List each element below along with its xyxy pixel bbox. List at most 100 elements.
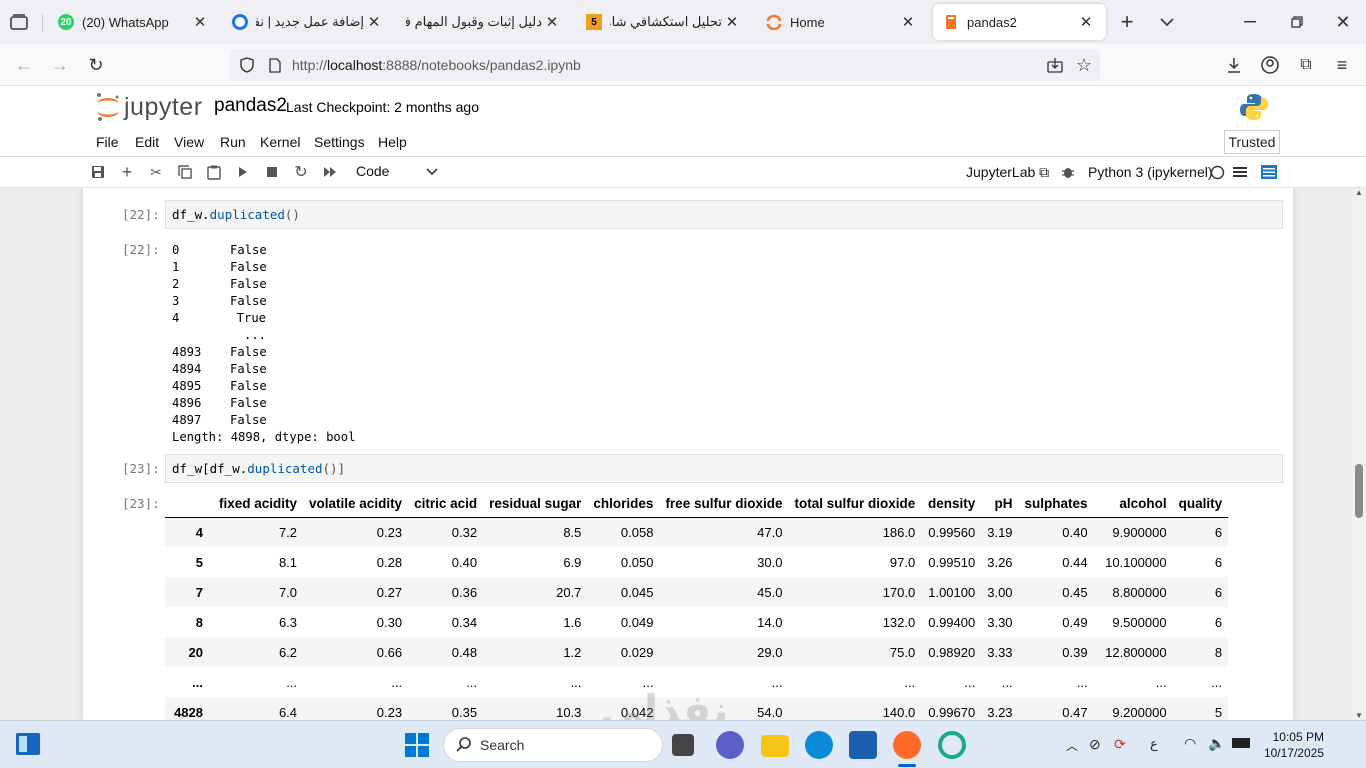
tab-task-guide[interactable]: دليل إثبات وقبول المهام في ✕: [396, 4, 572, 40]
series-footer: Length: 4898, dtype: bool: [172, 430, 356, 444]
input-prompt: [22]:: [122, 207, 160, 222]
microsoft-store-icon[interactable]: [849, 731, 877, 759]
taskbar-search[interactable]: Search: [443, 728, 663, 762]
kernel-name[interactable]: Python 3 (ipykernel): [1088, 164, 1213, 180]
input-language[interactable]: ع: [1150, 736, 1158, 752]
tab-eda[interactable]: 5 تحليل استكشافي شامل ✕: [576, 4, 752, 40]
series-index: 1: [172, 260, 180, 274]
wifi-icon[interactable]: ◠: [1184, 735, 1196, 752]
cut-icon[interactable]: ✂: [147, 163, 165, 181]
code-cell-input[interactable]: df_w.duplicated(): [165, 200, 1283, 229]
save-to-device-icon[interactable]: [1046, 56, 1064, 74]
downloads-icon[interactable]: [1224, 55, 1244, 75]
volume-icon[interactable]: 🔈: [1208, 735, 1225, 752]
show-hidden-icons-icon[interactable]: ︿: [1066, 737, 1078, 754]
list-all-tabs-icon[interactable]: [1156, 12, 1178, 32]
series-value: False: [230, 260, 267, 274]
save-icon[interactable]: [89, 163, 107, 181]
teams-chat-icon[interactable]: [716, 731, 744, 759]
menu-run[interactable]: Run: [220, 134, 246, 150]
series-value: False: [230, 362, 267, 376]
app-menu-icon[interactable]: ≡: [1332, 55, 1352, 75]
system-clock[interactable]: 10:05 PM 10/17/2025: [1262, 729, 1324, 761]
menu-edit[interactable]: Edit: [135, 134, 159, 150]
notebook-name[interactable]: pandas2: [214, 95, 287, 117]
url-text[interactable]: http://localhost:8888/notebooks/pandas2.…: [292, 57, 581, 73]
cell-type-select[interactable]: Code: [356, 163, 389, 179]
start-windows-icon[interactable]: [405, 733, 429, 757]
battery-icon[interactable]: [1232, 738, 1250, 748]
close-tab-icon[interactable]: ✕: [722, 13, 742, 31]
restore-window-icon[interactable]: [1287, 12, 1307, 32]
jupyterlab-link[interactable]: JupyterLab ⧉: [966, 164, 1049, 181]
forward-icon[interactable]: →: [50, 55, 70, 75]
table-of-contents-icon[interactable]: [1260, 163, 1278, 181]
series-row: 4895 False: [172, 378, 355, 395]
menu-view[interactable]: View: [174, 134, 204, 150]
minimize-window-icon[interactable]: [1240, 12, 1260, 32]
sync-icon[interactable]: ⟳: [1114, 736, 1126, 753]
chevron-down-icon[interactable]: [426, 165, 438, 179]
widgets-icon[interactable]: [16, 733, 40, 755]
tab-nafezly-add-work[interactable]: إضافة عمل جديد | نفذلي ✕: [222, 4, 394, 40]
close-tab-icon[interactable]: ✕: [542, 13, 562, 31]
badge-5-icon: 5: [586, 14, 602, 30]
input-prompt: [23]:: [122, 461, 160, 476]
bookmark-star-icon[interactable]: ☆: [1074, 55, 1094, 75]
back-icon[interactable]: ←: [14, 55, 34, 75]
tab-whatsapp[interactable]: 20 (20) WhatsApp ✕: [48, 4, 220, 40]
paste-icon[interactable]: [205, 163, 223, 181]
task-view-icon[interactable]: [672, 734, 694, 756]
app-ring-icon[interactable]: [938, 731, 966, 759]
trusted-indicator[interactable]: Trusted: [1224, 130, 1280, 154]
notification-icon[interactable]: [1338, 735, 1352, 753]
series-output: 0 False 1 False 2 False 3 False 4 True... 4893 Fals…: [172, 242, 355, 446]
close-window-icon[interactable]: ✕: [1333, 12, 1353, 32]
tab-home[interactable]: Home ✕: [756, 4, 928, 40]
new-tab-icon[interactable]: +: [1116, 9, 1138, 34]
edge-browser-icon[interactable]: [805, 731, 833, 759]
scrollbar-thumb[interactable]: [1355, 464, 1363, 518]
scroll-up-arrow-icon[interactable]: ▲: [1355, 188, 1363, 197]
menu-kernel[interactable]: Kernel: [260, 134, 300, 150]
tab-overview-icon[interactable]: [8, 12, 30, 32]
scroll-down-arrow-icon[interactable]: ▼: [1355, 711, 1363, 720]
vertical-scrollbar[interactable]: ▲ ▼: [1352, 188, 1366, 720]
tracking-protection-icon[interactable]: [238, 56, 256, 74]
address-bar[interactable]: http://localhost:8888/notebooks/pandas2.…: [230, 49, 1100, 81]
tab-pandas2[interactable]: pandas2 ✕: [933, 4, 1106, 40]
series-index: 4895: [172, 379, 202, 393]
search-icon: [456, 736, 472, 755]
debugger-bug-icon[interactable]: [1059, 163, 1077, 181]
close-tab-icon[interactable]: ✕: [190, 13, 210, 31]
restart-icon[interactable]: ↻: [292, 163, 310, 181]
output-prompt: [23]:: [122, 496, 160, 511]
menu-help[interactable]: Help: [378, 134, 407, 150]
browser-tab-strip: 20 (20) WhatsApp ✕ إضافة عمل جديد | نفذل…: [0, 0, 1366, 44]
series-value: True: [236, 311, 266, 325]
close-tab-icon[interactable]: ✕: [898, 13, 918, 31]
code-cell-input[interactable]: df_w[df_w.duplicated()]: [165, 454, 1283, 483]
firefox-icon[interactable]: [893, 731, 921, 759]
series-row: 2 False: [172, 276, 355, 293]
menu-file[interactable]: File: [96, 134, 119, 150]
extensions-icon[interactable]: ⧉: [1296, 55, 1316, 75]
network-off-icon[interactable]: ⊘: [1089, 736, 1101, 753]
page-info-icon[interactable]: [266, 56, 284, 74]
series-row: 4 True: [172, 310, 355, 327]
hamburger-menu-icon[interactable]: [1231, 163, 1249, 181]
stop-icon[interactable]: [263, 163, 281, 181]
account-icon[interactable]: [1260, 55, 1280, 75]
insert-cell-icon[interactable]: +: [118, 162, 136, 182]
fast-forward-icon[interactable]: [321, 163, 339, 181]
copy-icon[interactable]: [176, 163, 194, 181]
reload-icon[interactable]: ↻: [86, 55, 106, 75]
series-row: 4894 False: [172, 361, 355, 378]
close-tab-icon[interactable]: ✕: [364, 13, 384, 31]
close-tab-icon[interactable]: ✕: [1076, 13, 1096, 31]
menu-settings[interactable]: Settings: [314, 134, 365, 150]
file-explorer-icon[interactable]: [761, 735, 789, 757]
run-icon[interactable]: [234, 163, 252, 181]
jupyter-logo[interactable]: jupyter: [95, 92, 203, 122]
series-index: 2: [172, 277, 180, 291]
